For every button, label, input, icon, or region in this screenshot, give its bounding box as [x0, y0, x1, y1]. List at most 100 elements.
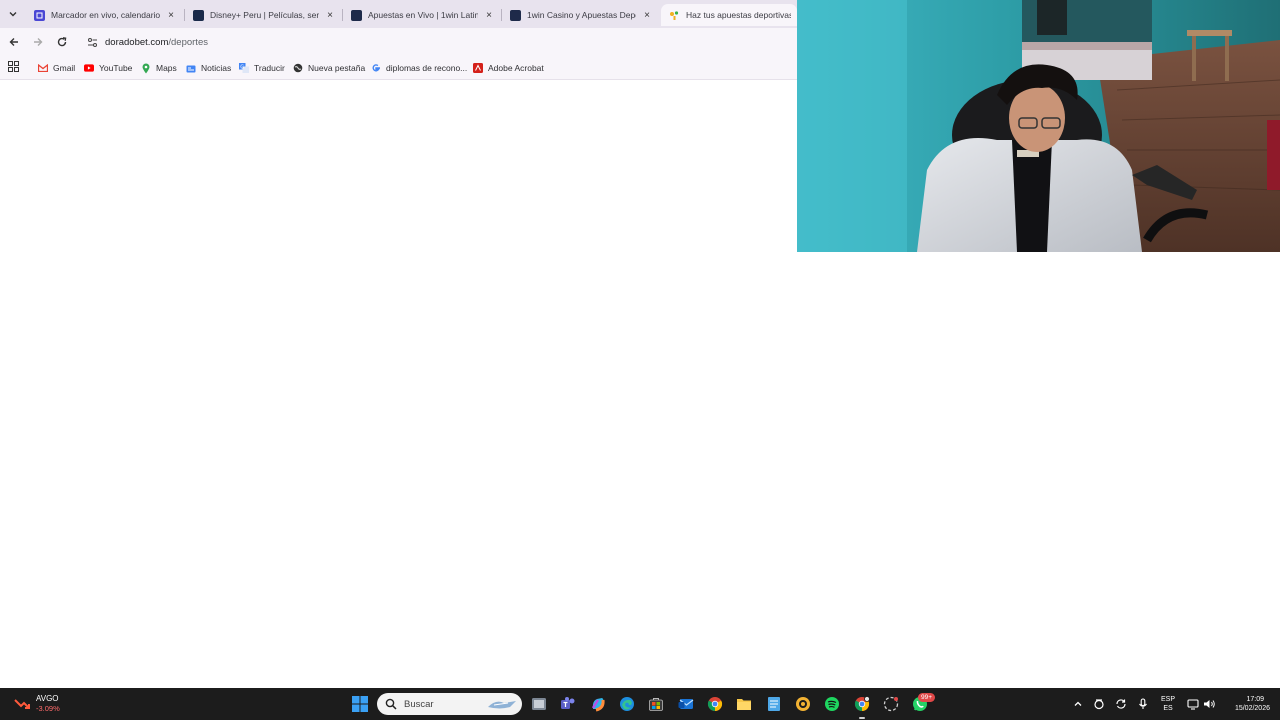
bookmark-label: Nueva pestaña — [308, 63, 366, 73]
app-button-dark[interactable] — [882, 695, 900, 713]
bookmark-label: Noticias — [201, 63, 232, 73]
close-icon[interactable]: × — [484, 10, 494, 21]
1win-icon — [351, 9, 362, 21]
bookmark-maps[interactable]: Maps — [141, 60, 177, 76]
reload-button[interactable] — [54, 34, 70, 50]
globe-icon — [293, 63, 303, 73]
address-bar[interactable]: doradobet.com /deportes — [80, 31, 793, 53]
keyboard-layout: ES — [1163, 705, 1173, 712]
tab-title: Disney+ Peru | Películas, series — [210, 10, 319, 20]
search-highlight-icon — [488, 701, 516, 709]
chevron-down-icon — [9, 12, 17, 17]
task-view-icon — [532, 698, 546, 710]
tab-title: Haz tus apuestas deportivas on — [686, 10, 791, 20]
bookmark-traducir[interactable]: G Traducir — [239, 60, 285, 76]
stock-widget[interactable]: AVGO -3.09% — [14, 693, 60, 715]
bookmark-adobe-acrobat[interactable]: Adobe Acrobat — [473, 60, 544, 76]
clock[interactable]: 17:09 15/02/2026 — [1222, 695, 1270, 713]
search-input[interactable] — [404, 698, 484, 710]
tab-title: 1win Casino y Apuestas Deport — [527, 10, 636, 20]
close-icon[interactable]: × — [325, 10, 335, 21]
copilot-icon — [591, 698, 605, 712]
edge-button[interactable] — [618, 695, 636, 713]
store-button[interactable] — [647, 695, 665, 713]
volume-button[interactable] — [1200, 695, 1218, 713]
microphone-button[interactable] — [1134, 695, 1152, 713]
gmail-icon — [38, 63, 48, 73]
start-button[interactable] — [351, 695, 369, 713]
bookmark-nueva-pestana[interactable]: Nueva pestaña — [293, 60, 365, 76]
tab-1win-casino[interactable]: 1win Casino y Apuestas Deport × — [502, 4, 658, 26]
taskbar-search[interactable] — [377, 693, 522, 715]
clock-date: 15/02/2026 — [1234, 705, 1270, 712]
webcam-overlay — [797, 0, 1280, 252]
file-explorer-button[interactable] — [735, 695, 753, 713]
bookmark-label: Gmail — [53, 63, 76, 73]
google-icon — [371, 63, 381, 73]
show-hidden-icons-button[interactable] — [1069, 695, 1087, 713]
1win-icon — [510, 9, 521, 21]
screen: Marcador en vivo, calendario y × Disney+… — [0, 0, 1280, 720]
tab-disney[interactable]: Disney+ Peru | Películas, series × — [185, 4, 341, 26]
windows-logo-icon — [352, 696, 368, 712]
stock-change: -3.09% — [36, 704, 60, 713]
clock-time: 17:09 — [1246, 696, 1264, 703]
browser-toolbar: doradobet.com /deportes — [0, 28, 797, 56]
stock-symbol: AVGO — [36, 694, 59, 703]
tray-app-button[interactable] — [1090, 695, 1108, 713]
arrow-right-icon — [34, 38, 43, 46]
language-indicator[interactable]: ESP ES — [1158, 695, 1178, 713]
copilot-button[interactable] — [589, 695, 607, 713]
outlook-button[interactable] — [677, 695, 695, 713]
bookmark-noticias[interactable]: Noticias — [186, 60, 231, 76]
webcam-video-frame — [797, 0, 1280, 252]
chrome-button[interactable] — [706, 695, 724, 713]
notepad-icon — [768, 697, 780, 711]
news-icon — [186, 63, 196, 73]
active-app-indicator — [859, 717, 865, 719]
teams-button[interactable] — [559, 695, 577, 713]
mail-icon — [678, 699, 694, 709]
bookmark-label: YouTube — [99, 63, 133, 73]
tab-1win-live[interactable]: Apuestas en Vivo | 1win Latinoa × — [343, 4, 500, 26]
tab-marcador[interactable]: Marcador en vivo, calendario y × — [26, 4, 182, 26]
svg-text:G: G — [240, 64, 244, 70]
bookmark-gmail[interactable]: Gmail — [38, 60, 75, 76]
forward-button[interactable] — [30, 34, 46, 50]
disney-icon — [193, 9, 204, 21]
sync-icon — [1116, 699, 1126, 709]
speaker-icon — [1203, 700, 1215, 708]
tray-sync-button[interactable] — [1112, 695, 1130, 713]
close-icon[interactable]: × — [166, 10, 176, 21]
teams-icon — [561, 697, 575, 709]
stock-down-icon — [14, 699, 30, 709]
bookmark-youtube[interactable]: YouTube — [84, 60, 132, 76]
stock-text: AVGO -3.09% — [36, 694, 60, 714]
store-icon — [649, 698, 663, 711]
apps-grid-icon[interactable] — [8, 61, 19, 72]
tab-search-button[interactable] — [4, 5, 22, 23]
arrow-left-icon — [9, 38, 18, 46]
notification-badge: 99+ — [918, 693, 936, 702]
spotify-button[interactable] — [823, 695, 841, 713]
tab-title: Marcador en vivo, calendario y — [51, 10, 160, 20]
tray-circle-icon — [1094, 699, 1104, 710]
chrome-icon — [707, 697, 723, 712]
chrome-profile-button[interactable] — [853, 695, 871, 713]
bookmark-diplomas[interactable]: diplomas de recono... — [371, 60, 467, 76]
chevron-up-icon — [1074, 701, 1082, 706]
bookmark-label: Maps — [156, 63, 177, 73]
task-view-button[interactable] — [530, 695, 548, 713]
app-button-yellow[interactable] — [794, 695, 812, 713]
edge-icon — [620, 697, 634, 711]
microphone-icon — [1139, 698, 1147, 709]
url-host: doradobet.com — [105, 36, 169, 48]
tab-doradobet[interactable]: Haz tus apuestas deportivas on — [661, 4, 797, 26]
close-icon[interactable]: × — [642, 10, 652, 21]
language-code: ESP — [1160, 696, 1175, 703]
back-button[interactable] — [6, 34, 22, 50]
app-dots-icon — [883, 696, 899, 712]
site-settings-icon[interactable] — [86, 36, 98, 48]
maps-icon — [141, 63, 151, 73]
notepad-button[interactable] — [765, 695, 783, 713]
